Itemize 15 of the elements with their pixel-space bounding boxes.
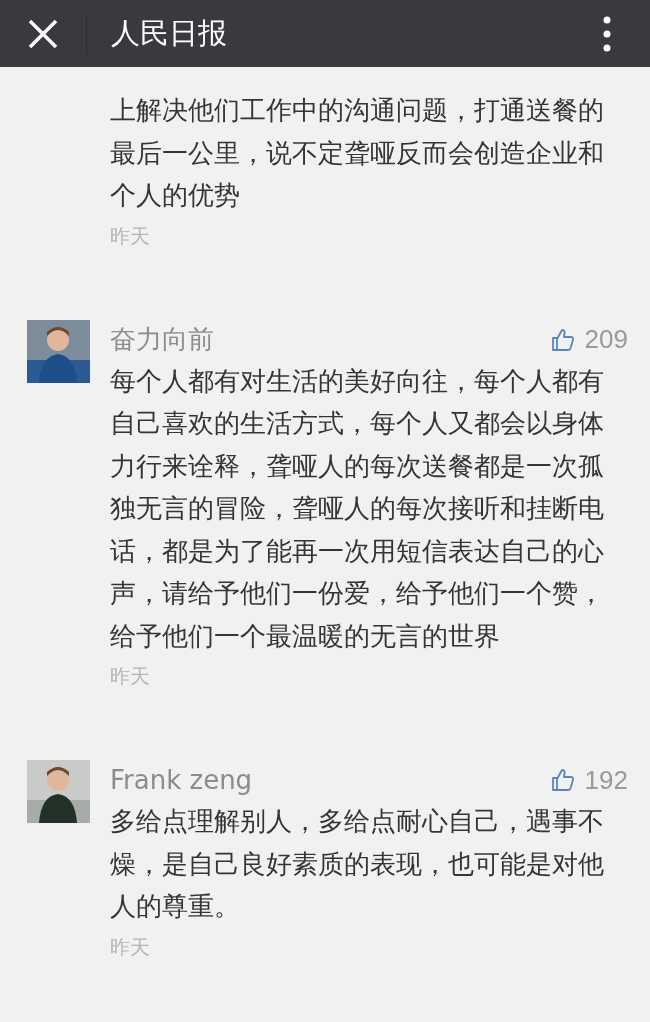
window-title: 人民日报 <box>111 14 228 52</box>
thumbs-up-icon <box>550 768 575 792</box>
commenter-name: 奋力向前 <box>110 323 215 356</box>
comment-text: 多给点理解别人，多给点耐心自己，遇事不燥，是自己良好素质的表现，也可能是对他人的尊重。 <box>110 805 605 923</box>
more-icon <box>603 15 611 52</box>
comment-time: 昨天 <box>110 663 150 690</box>
close-icon <box>28 18 58 49</box>
comment-text: 上解决他们工作中的沟通问题，打通送餐的最后一公里，说不定聋哑反而会创造企业和个人的优势 <box>110 94 605 212</box>
like-button[interactable]: 209 <box>550 324 628 355</box>
comment-text: 每个人都有对生活的美好向往，每个人都有自己喜欢的生活方式，每个人又都会以身体力行来诠释，聋哑人的每次送餐都是一次孤独无言的冒险，聋哑人的每次接听和挂断电话，都是为了能再一次用短信表达自己的心声，请给予他们一份爱，给予他们一个赞，给予他们一个最温暖的无言的世界 <box>110 364 605 653</box>
comment-time: 昨天 <box>110 933 150 961</box>
commenter-name: Frank zeng <box>110 765 254 795</box>
like-button[interactable]: 192 <box>550 764 628 796</box>
thumbs-up-icon <box>550 327 575 352</box>
comment-time: 昨天 <box>110 222 150 250</box>
